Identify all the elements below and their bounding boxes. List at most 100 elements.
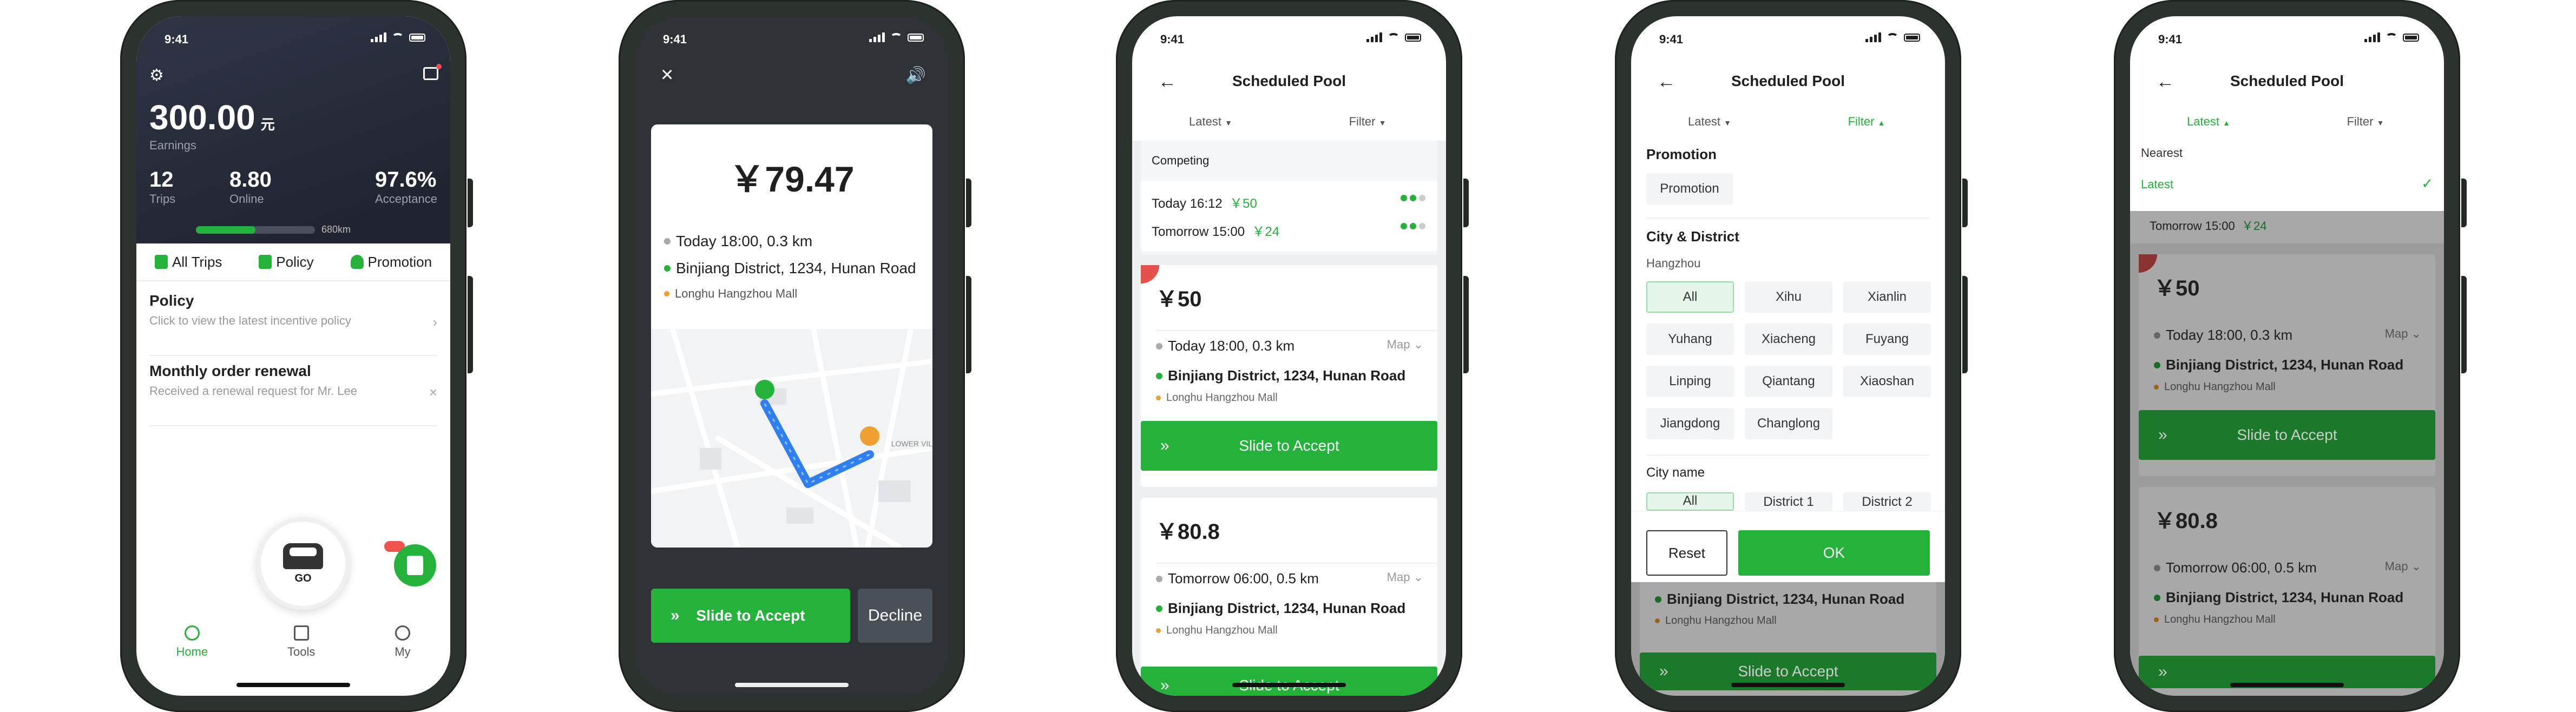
district-chip[interactable]: Xiacheng xyxy=(1745,324,1832,355)
sort-latest-dropdown[interactable]: Latest ▲ xyxy=(2130,103,2287,141)
order-fab-button[interactable] xyxy=(394,544,436,586)
order-price: ￥50 xyxy=(2154,276,2200,300)
time-dot-icon xyxy=(2154,332,2160,339)
slide-to-accept-button[interactable]: »Slide to Accept xyxy=(1141,421,1437,471)
order-card: ￥50 Today 18:00, 0.3 km Map ⌄ Binjiang D… xyxy=(1141,265,1437,487)
pickup-dot-icon xyxy=(2154,361,2160,368)
status-time: 9:41 xyxy=(663,32,687,46)
order-to: Longhu Hangzhou Mall xyxy=(2154,381,2435,393)
tab-promotion[interactable]: Promotion xyxy=(350,254,432,271)
dropoff-dot-icon xyxy=(1156,628,1161,633)
home-indicator xyxy=(236,683,350,687)
promotion-chip[interactable]: Promotion xyxy=(1646,173,1733,205)
document-icon xyxy=(259,255,272,269)
cityname-chip-district-2[interactable]: District 2 xyxy=(1843,492,1931,511)
home-indicator xyxy=(1232,683,1346,687)
nav-tools[interactable]: Tools xyxy=(287,625,315,674)
competing-row[interactable]: Today 16:12 ￥50 xyxy=(1152,193,1257,212)
status-bar: 9:41 xyxy=(1631,16,1945,60)
sort-latest-dropdown[interactable]: Latest ▼ xyxy=(1631,103,1788,141)
district-chip[interactable]: Xihu xyxy=(1745,281,1832,313)
tab-all-trips[interactable]: All Trips xyxy=(154,254,222,271)
order-price: ￥50 xyxy=(1156,287,1202,311)
home-indicator xyxy=(735,683,849,687)
district-chip[interactable]: Yuhang xyxy=(1646,324,1734,355)
district-chip[interactable]: All xyxy=(1646,281,1734,313)
user-icon xyxy=(395,625,410,641)
speaker-icon[interactable]: 🔊 xyxy=(906,66,926,85)
status-time: 9:41 xyxy=(165,32,189,46)
order-from: Binjiang District, 1234, Hunan Road xyxy=(1156,600,1437,617)
district-chip[interactable]: Linping xyxy=(1646,366,1734,397)
order-price: ￥80.8 xyxy=(1156,520,1220,544)
double-chevron-icon: » xyxy=(2158,663,2167,681)
wifi-icon xyxy=(1388,33,1399,42)
progress-label: 680km xyxy=(321,224,351,235)
close-icon[interactable]: × xyxy=(661,63,673,87)
district-chip[interactable]: Changlong xyxy=(1745,408,1832,439)
district-chip[interactable]: Xianlin xyxy=(1843,281,1931,313)
city-section-title: City & District xyxy=(1646,228,1739,245)
list-icon xyxy=(154,255,168,269)
map-dropdown: Map ⌄ xyxy=(2384,559,2421,573)
order-screen: 9:41 × 🔊 ￥79.47 Today 18:00, 0.3 km Binj… xyxy=(635,16,949,696)
phone-sort: 9:41 ← Scheduled Pool Latest ▲ Filter ▼ … xyxy=(2114,0,2467,712)
competing-card: Competing Today 16:12 ￥50 Tomorrow 15:00… xyxy=(1141,141,1437,254)
route-map[interactable]: LOWER VIL xyxy=(651,328,932,548)
sort-option-latest[interactable]: Latest xyxy=(2141,177,2173,192)
sort-latest-dropdown[interactable]: Latest ▼ xyxy=(1132,103,1289,141)
chevron-right-icon: › xyxy=(432,314,437,330)
hot-tag-icon xyxy=(1141,265,1159,284)
decline-button[interactable]: Decline xyxy=(858,589,932,643)
sort-bar: Latest ▲ Filter ▼ xyxy=(2130,103,2444,141)
filter-dropdown[interactable]: Filter ▼ xyxy=(2287,103,2444,141)
pickup-dot-icon xyxy=(1156,605,1162,612)
district-chip[interactable]: Xiaoshan xyxy=(1843,366,1931,397)
wifi-icon xyxy=(890,33,902,42)
money-bag-icon xyxy=(350,255,364,269)
signal-icon xyxy=(2364,32,2380,42)
filter-dropdown[interactable]: Filter ▲ xyxy=(1788,103,1945,141)
sort-bar: Latest ▼ Filter ▲ xyxy=(1631,103,1945,141)
cityname-chip-all[interactable]: All xyxy=(1646,492,1734,511)
district-chip[interactable]: Qiantang xyxy=(1745,366,1832,397)
stat-trips: 12 Trips xyxy=(149,168,176,206)
district-chip[interactable]: Fuyang xyxy=(1843,324,1931,355)
slide-to-accept-button: » Slide to Accept xyxy=(2139,410,2435,460)
renewal-card[interactable]: Monthly order renewal Received a renewal… xyxy=(149,362,437,426)
progress-fill xyxy=(196,226,255,234)
time-dot-icon xyxy=(2154,564,2160,571)
competing-row[interactable]: Tomorrow 15:00 ￥24 xyxy=(1152,221,1279,240)
nav-home[interactable]: Home xyxy=(176,625,208,674)
sort-option-nearest[interactable]: Nearest xyxy=(2141,146,2183,160)
ok-button[interactable]: OK xyxy=(1738,530,1930,576)
reset-button[interactable]: Reset xyxy=(1646,530,1727,576)
slide-to-accept-button[interactable]: »Slide to Accept xyxy=(1141,667,1437,696)
status-dots-icon xyxy=(1401,223,1425,229)
order-price: ￥80.8 xyxy=(2154,509,2218,533)
district-chip[interactable]: Jiangdong xyxy=(1646,408,1734,439)
tab-policy[interactable]: Policy xyxy=(259,254,314,271)
sort-screen: 9:41 ← Scheduled Pool Latest ▲ Filter ▼ … xyxy=(2130,16,2444,696)
stat-online: 8.80 Online xyxy=(229,168,272,206)
pool-header: ← Scheduled Pool xyxy=(1132,62,1446,100)
policy-card[interactable]: Policy Click to view the latest incentiv… xyxy=(149,292,437,356)
pickup-dot-icon xyxy=(1655,596,1661,603)
message-icon[interactable] xyxy=(423,67,438,80)
battery-icon xyxy=(409,33,425,42)
go-button[interactable]: GO xyxy=(257,517,350,610)
nav-my[interactable]: My xyxy=(395,625,411,674)
phone-filter: 9:41 ← Scheduled Pool Latest ▼ Filter ▲ … xyxy=(1615,0,1968,712)
cityname-chip-district-1[interactable]: District 1 xyxy=(1745,492,1832,511)
map-dropdown[interactable]: Map ⌄ xyxy=(1387,338,1423,352)
close-icon[interactable]: × xyxy=(429,384,437,401)
filter-dropdown[interactable]: Filter ▼ xyxy=(1289,103,1446,141)
pool-list: Competing Today 16:12 ￥50 Tomorrow 15:00… xyxy=(1132,141,1446,696)
car-icon xyxy=(283,543,323,569)
slide-to-accept-button[interactable]: »Slide to Accept xyxy=(651,589,850,643)
order-from: Binjiang District, 1234, Hunan Road xyxy=(1156,367,1437,384)
wifi-icon xyxy=(2386,33,2397,42)
map-dropdown[interactable]: Map ⌄ xyxy=(1387,570,1423,584)
checkmark-icon: ✓ xyxy=(2421,175,2433,192)
gear-icon[interactable]: ⚙ xyxy=(149,66,164,85)
